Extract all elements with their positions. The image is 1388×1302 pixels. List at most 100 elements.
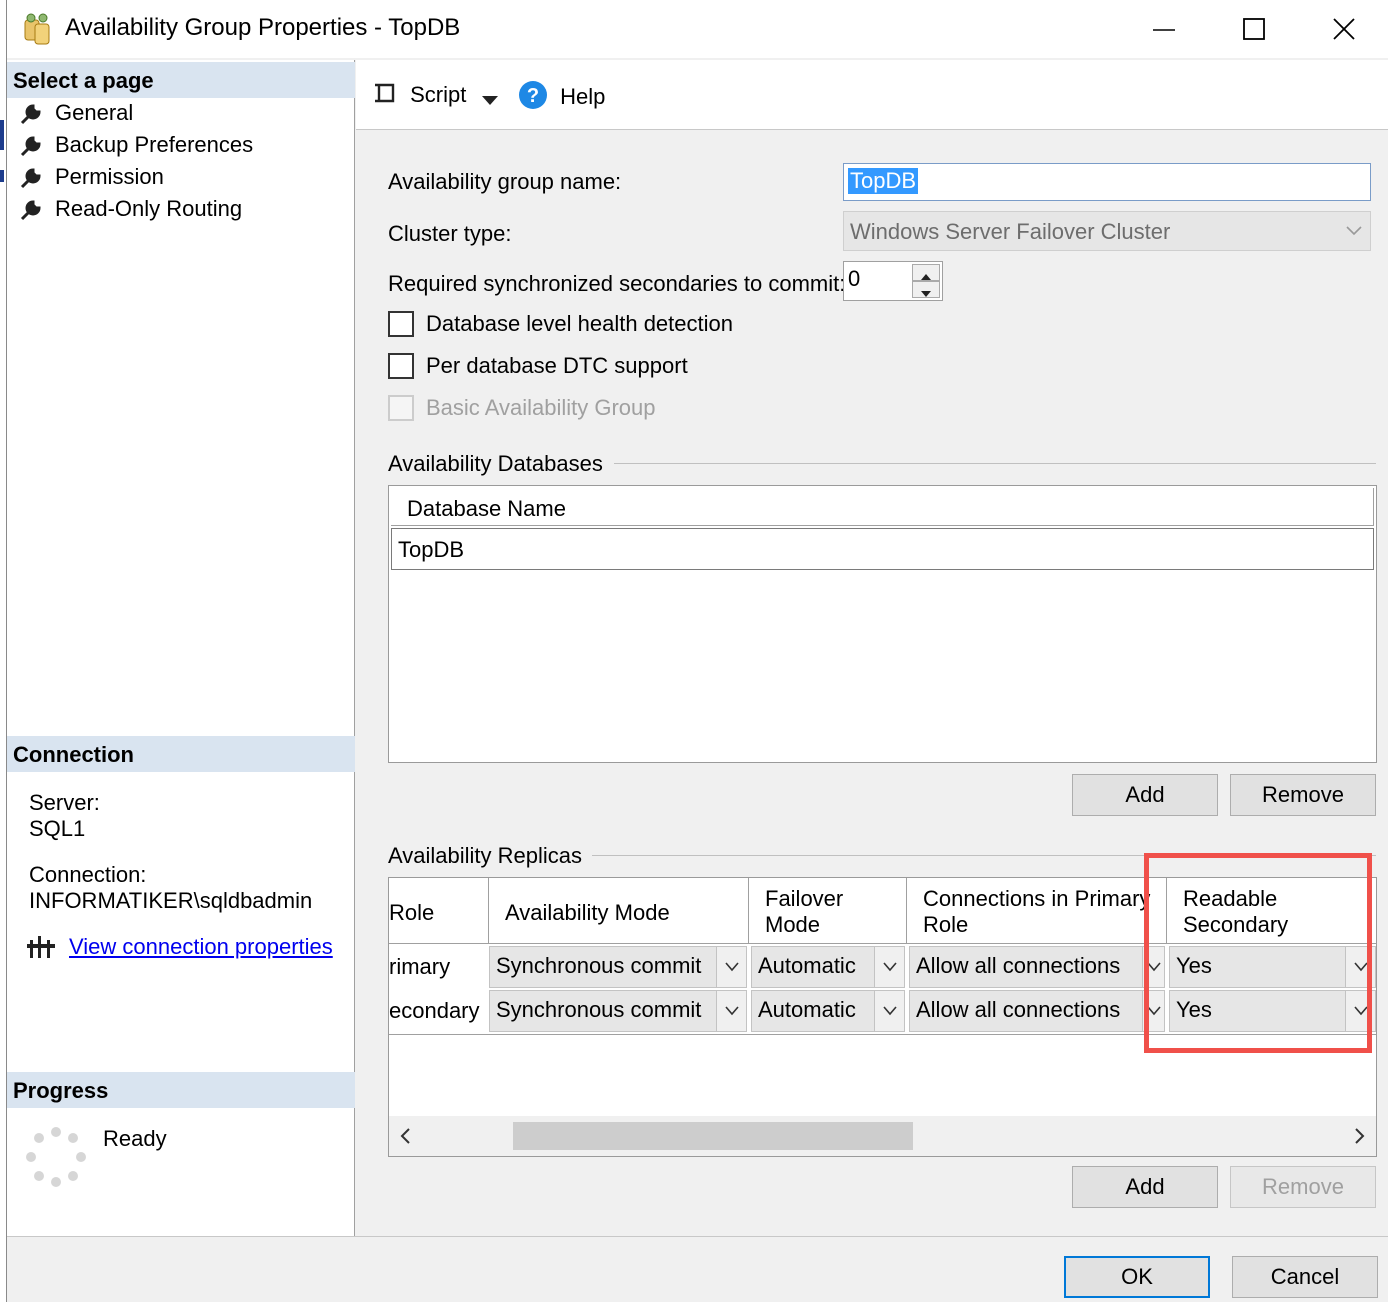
- availability-mode-select[interactable]: Synchronous commit: [489, 946, 747, 988]
- progress-status: Ready: [103, 1126, 167, 1151]
- svg-text:?: ?: [527, 85, 539, 107]
- dropdown-button[interactable]: [874, 991, 904, 1031]
- readable-secondary-highlight: [1144, 853, 1372, 1053]
- availability-group-icon: [23, 12, 53, 46]
- help-icon: ?: [519, 81, 547, 109]
- server-value: SQL1: [29, 816, 86, 841]
- dropdown-button[interactable]: [716, 991, 746, 1031]
- scrollbar-thumb[interactable]: [513, 1122, 913, 1150]
- dtc-support-checkbox[interactable]: [388, 353, 414, 379]
- required-sync-value: 0: [848, 266, 861, 291]
- connections-primary-value: Allow all connections: [916, 953, 1121, 978]
- replica-role: econdary: [389, 998, 480, 1023]
- replica-role-cell[interactable]: rimary: [389, 946, 489, 988]
- connections-primary-select[interactable]: Allow all connections: [909, 946, 1165, 988]
- ok-button[interactable]: OK: [1064, 1256, 1210, 1298]
- page-read-only-routing-label: Read-Only Routing: [55, 196, 243, 221]
- database-row-name: TopDB: [398, 537, 465, 562]
- role-header-label: Role: [389, 900, 435, 925]
- availability-replicas-title: Availability Replicas: [388, 843, 583, 868]
- basic-ag-checkbox[interactable]: [388, 395, 414, 421]
- db-health-label: Database level health detection: [426, 311, 733, 336]
- cancel-button[interactable]: Cancel: [1232, 1256, 1378, 1298]
- connection-value: INFORMATIKER\sqldbadmin: [29, 888, 313, 913]
- remove-replica-button[interactable]: Remove: [1230, 1166, 1376, 1208]
- role-column-header[interactable]: Role: [389, 878, 489, 944]
- connections-primary-value: Allow all connections: [916, 997, 1121, 1022]
- failover-mode-column-header[interactable]: Failover Mode: [749, 878, 907, 944]
- spin-down-button[interactable]: [912, 281, 940, 298]
- close-icon: [1333, 18, 1355, 40]
- window-title: Availability Group Properties - TopDB: [65, 14, 461, 41]
- availability-group-properties-dialog: Availability Group Properties - TopDB Se…: [6, 0, 1388, 1302]
- database-row[interactable]: TopDB: [391, 528, 1374, 570]
- ag-name-label: Availability group name:: [388, 169, 622, 194]
- chevron-down-icon: [883, 1006, 897, 1016]
- page-permission-label: Permission: [55, 164, 164, 189]
- connection-properties-icon: [27, 936, 55, 958]
- group-divider: [614, 463, 1376, 464]
- page-general-label: General: [55, 100, 134, 125]
- script-dropdown-arrow[interactable]: [482, 86, 498, 112]
- minimize-icon: [1153, 29, 1175, 31]
- db-health-checkbox[interactable]: [388, 311, 414, 337]
- connection-label: Connection:: [29, 862, 147, 887]
- ag-name-input[interactable]: TopDB: [843, 163, 1371, 201]
- connections-primary-header-line1: Connections in Primary: [923, 886, 1151, 911]
- scroll-left-icon[interactable]: [399, 1128, 411, 1144]
- spin-up-button[interactable]: [912, 264, 940, 281]
- availability-mode-select[interactable]: Synchronous commit: [489, 990, 747, 1032]
- minimize-button[interactable]: [1119, 0, 1209, 58]
- availability-mode-column-header[interactable]: Availability Mode: [489, 878, 749, 944]
- dropdown-button[interactable]: [716, 947, 746, 987]
- general-page: Availability group name: TopDB Cluster t…: [356, 131, 1388, 1236]
- database-name-column-header[interactable]: Database Name: [391, 488, 1374, 526]
- availability-databases-title: Availability Databases: [388, 451, 603, 476]
- remove-database-button[interactable]: Remove: [1230, 774, 1376, 816]
- help-button[interactable]: ? Help: [518, 80, 605, 110]
- add-replica-button[interactable]: Add: [1072, 1166, 1218, 1208]
- maximize-button[interactable]: [1209, 0, 1299, 58]
- dropdown-arrow-icon: [482, 96, 498, 105]
- replica-role: rimary: [389, 954, 451, 979]
- failover-mode-header-line1: Failover: [765, 886, 844, 911]
- progress-header: Progress: [7, 1072, 355, 1108]
- connections-primary-column-header[interactable]: Connections in Primary Role: [907, 878, 1167, 944]
- wrench-icon: [20, 200, 41, 221]
- wrench-icon: [20, 168, 41, 189]
- wrench-icon: [20, 104, 41, 125]
- script-icon: [375, 83, 395, 103]
- connections-primary-select[interactable]: Allow all connections: [909, 990, 1165, 1032]
- help-label: Help: [560, 84, 606, 109]
- script-label: Script: [410, 82, 467, 107]
- connections-primary-header-line2: Role: [923, 912, 969, 937]
- failover-mode-select[interactable]: Automatic: [751, 946, 905, 988]
- failover-mode-select[interactable]: Automatic: [751, 990, 905, 1032]
- add-database-button[interactable]: Add: [1072, 774, 1218, 816]
- required-sync-spinner[interactable]: 0: [843, 261, 943, 301]
- dialog-button-bar: OK Cancel: [7, 1236, 1388, 1302]
- cluster-type-select[interactable]: Windows Server Failover Cluster: [843, 211, 1371, 251]
- dropdown-button[interactable]: [874, 947, 904, 987]
- script-button[interactable]: Script: [372, 80, 466, 108]
- failover-mode-value: Automatic: [758, 953, 856, 978]
- maximize-icon: [1243, 18, 1265, 40]
- cluster-type-value: Windows Server Failover Cluster: [850, 219, 1171, 244]
- select-page-header: Select a page: [7, 62, 355, 98]
- toolbar: Script ? Help: [356, 60, 1388, 130]
- scroll-right-icon[interactable]: [1354, 1128, 1366, 1144]
- server-label: Server:: [29, 790, 100, 815]
- spin-down-icon: [921, 291, 931, 297]
- availability-mode-value: Synchronous commit: [496, 953, 702, 978]
- chevron-down-icon: [725, 962, 739, 972]
- cluster-type-label: Cluster type:: [388, 221, 512, 246]
- view-connection-properties-link[interactable]: View connection properties: [69, 934, 333, 960]
- failover-mode-value: Automatic: [758, 997, 856, 1022]
- availability-mode-header-label: Availability Mode: [505, 900, 670, 925]
- progress-spinner-icon: [26, 1127, 86, 1187]
- replica-role-cell[interactable]: econdary: [389, 990, 489, 1032]
- connection-header: Connection: [7, 736, 355, 772]
- horizontal-scrollbar[interactable]: [389, 1116, 1376, 1156]
- close-button[interactable]: [1299, 0, 1388, 58]
- page-backup-preferences-label: Backup Preferences: [55, 132, 254, 157]
